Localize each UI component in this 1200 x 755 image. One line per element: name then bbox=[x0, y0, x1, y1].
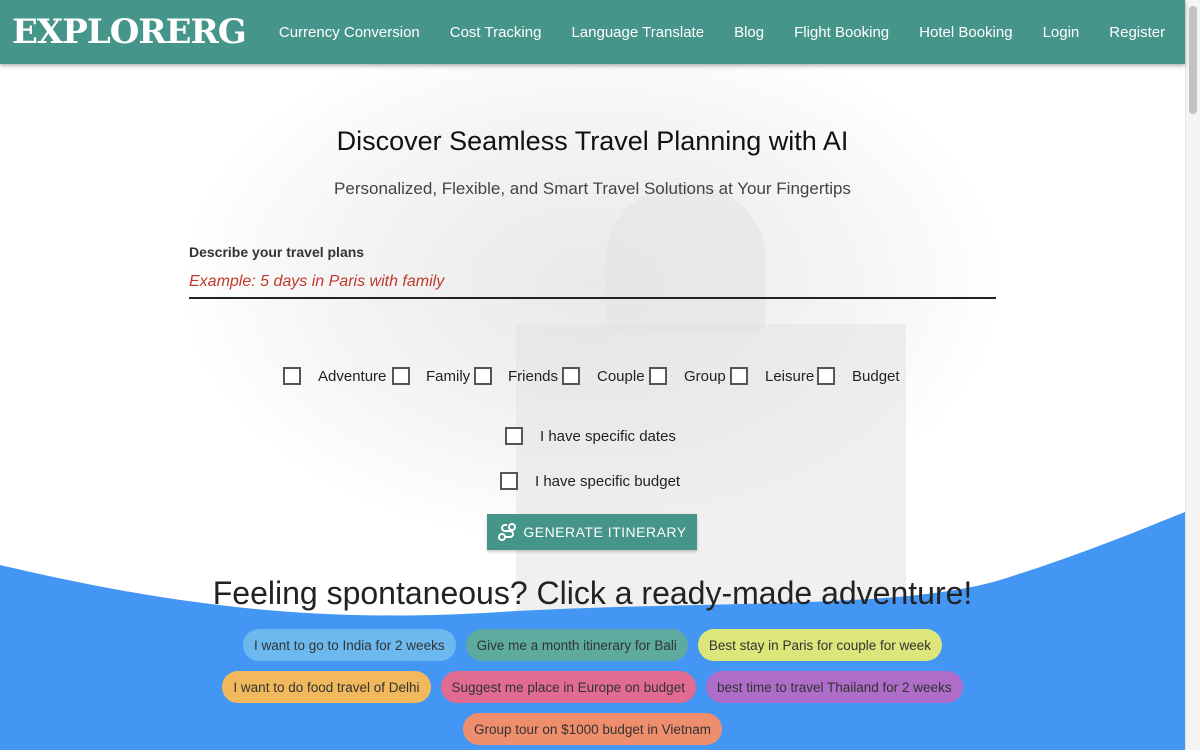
hero-subtitle: Personalized, Flexible, and Smart Travel… bbox=[334, 179, 851, 198]
family-label: Family bbox=[426, 368, 471, 385]
group-label: Group bbox=[684, 368, 726, 385]
group-checkbox[interactable] bbox=[649, 367, 667, 385]
leisure-label: Leisure bbox=[765, 368, 815, 385]
nav-blog[interactable]: Blog bbox=[734, 24, 764, 41]
nav-register[interactable]: Register bbox=[1109, 24, 1165, 41]
nav-currency-conversion[interactable]: Currency Conversion bbox=[279, 24, 420, 41]
suggestion-chip[interactable]: I want to do food travel of Delhi bbox=[222, 671, 431, 703]
scrollbar-thumb[interactable] bbox=[1189, 6, 1197, 114]
adventure-label: Adventure bbox=[318, 368, 387, 385]
travel-plans-label: Describe your travel plans bbox=[189, 244, 365, 260]
suggestion-chip[interactable]: Give me a month itinerary for Bali bbox=[465, 629, 688, 661]
hero-title: Discover Seamless Travel Planning with A… bbox=[336, 126, 849, 156]
generate-itinerary-button[interactable]: GENERATE ITINERARY bbox=[487, 514, 697, 550]
specific-budget-label: I have specific budget bbox=[535, 473, 681, 490]
adventure-checkbox[interactable] bbox=[283, 367, 301, 385]
friends-label: Friends bbox=[508, 368, 559, 385]
generate-itinerary-label: GENERATE ITINERARY bbox=[523, 524, 687, 540]
couple-label: Couple bbox=[597, 368, 645, 385]
route-icon bbox=[498, 523, 517, 541]
suggestion-chip[interactable]: Suggest me place in Europe on budget bbox=[440, 671, 696, 703]
nav-cost-tracking[interactable]: Cost Tracking bbox=[450, 24, 542, 41]
specific-dates-checkbox[interactable] bbox=[505, 427, 523, 445]
suggestion-chip[interactable]: Best stay in Paris for couple for week bbox=[697, 629, 943, 661]
specific-dates-label: I have specific dates bbox=[540, 428, 676, 445]
suggestion-chips: I want to go to India for 2 weeks Give m… bbox=[0, 629, 1185, 755]
family-checkbox[interactable] bbox=[392, 367, 410, 385]
suggestion-chip[interactable]: Group tour on $1000 budget in Vietnam bbox=[463, 713, 722, 745]
budget-label: Budget bbox=[852, 368, 900, 385]
specific-budget-checkbox[interactable] bbox=[500, 472, 518, 490]
couple-checkbox[interactable] bbox=[562, 367, 580, 385]
nav-flight-booking[interactable]: Flight Booking bbox=[794, 24, 889, 41]
friends-checkbox[interactable] bbox=[474, 367, 492, 385]
leisure-checkbox[interactable] bbox=[730, 367, 748, 385]
nav-login[interactable]: Login bbox=[1043, 24, 1080, 41]
travel-plans-input[interactable] bbox=[189, 266, 996, 299]
nav-hotel-booking[interactable]: Hotel Booking bbox=[919, 24, 1012, 41]
suggestion-chip[interactable]: I want to go to India for 2 weeks bbox=[242, 629, 456, 661]
suggestion-chip[interactable]: best time to travel Thailand for 2 weeks bbox=[705, 671, 963, 703]
top-navbar: EXPLORERG Currency Conversion Cost Track… bbox=[0, 0, 1185, 64]
page-scrollbar[interactable] bbox=[1185, 0, 1200, 750]
budget-checkbox[interactable] bbox=[817, 367, 835, 385]
spontaneous-title: Feeling spontaneous? Click a ready-made … bbox=[212, 575, 973, 611]
logo[interactable]: EXPLORERG bbox=[12, 12, 247, 52]
nav-language-translate[interactable]: Language Translate bbox=[571, 24, 704, 41]
